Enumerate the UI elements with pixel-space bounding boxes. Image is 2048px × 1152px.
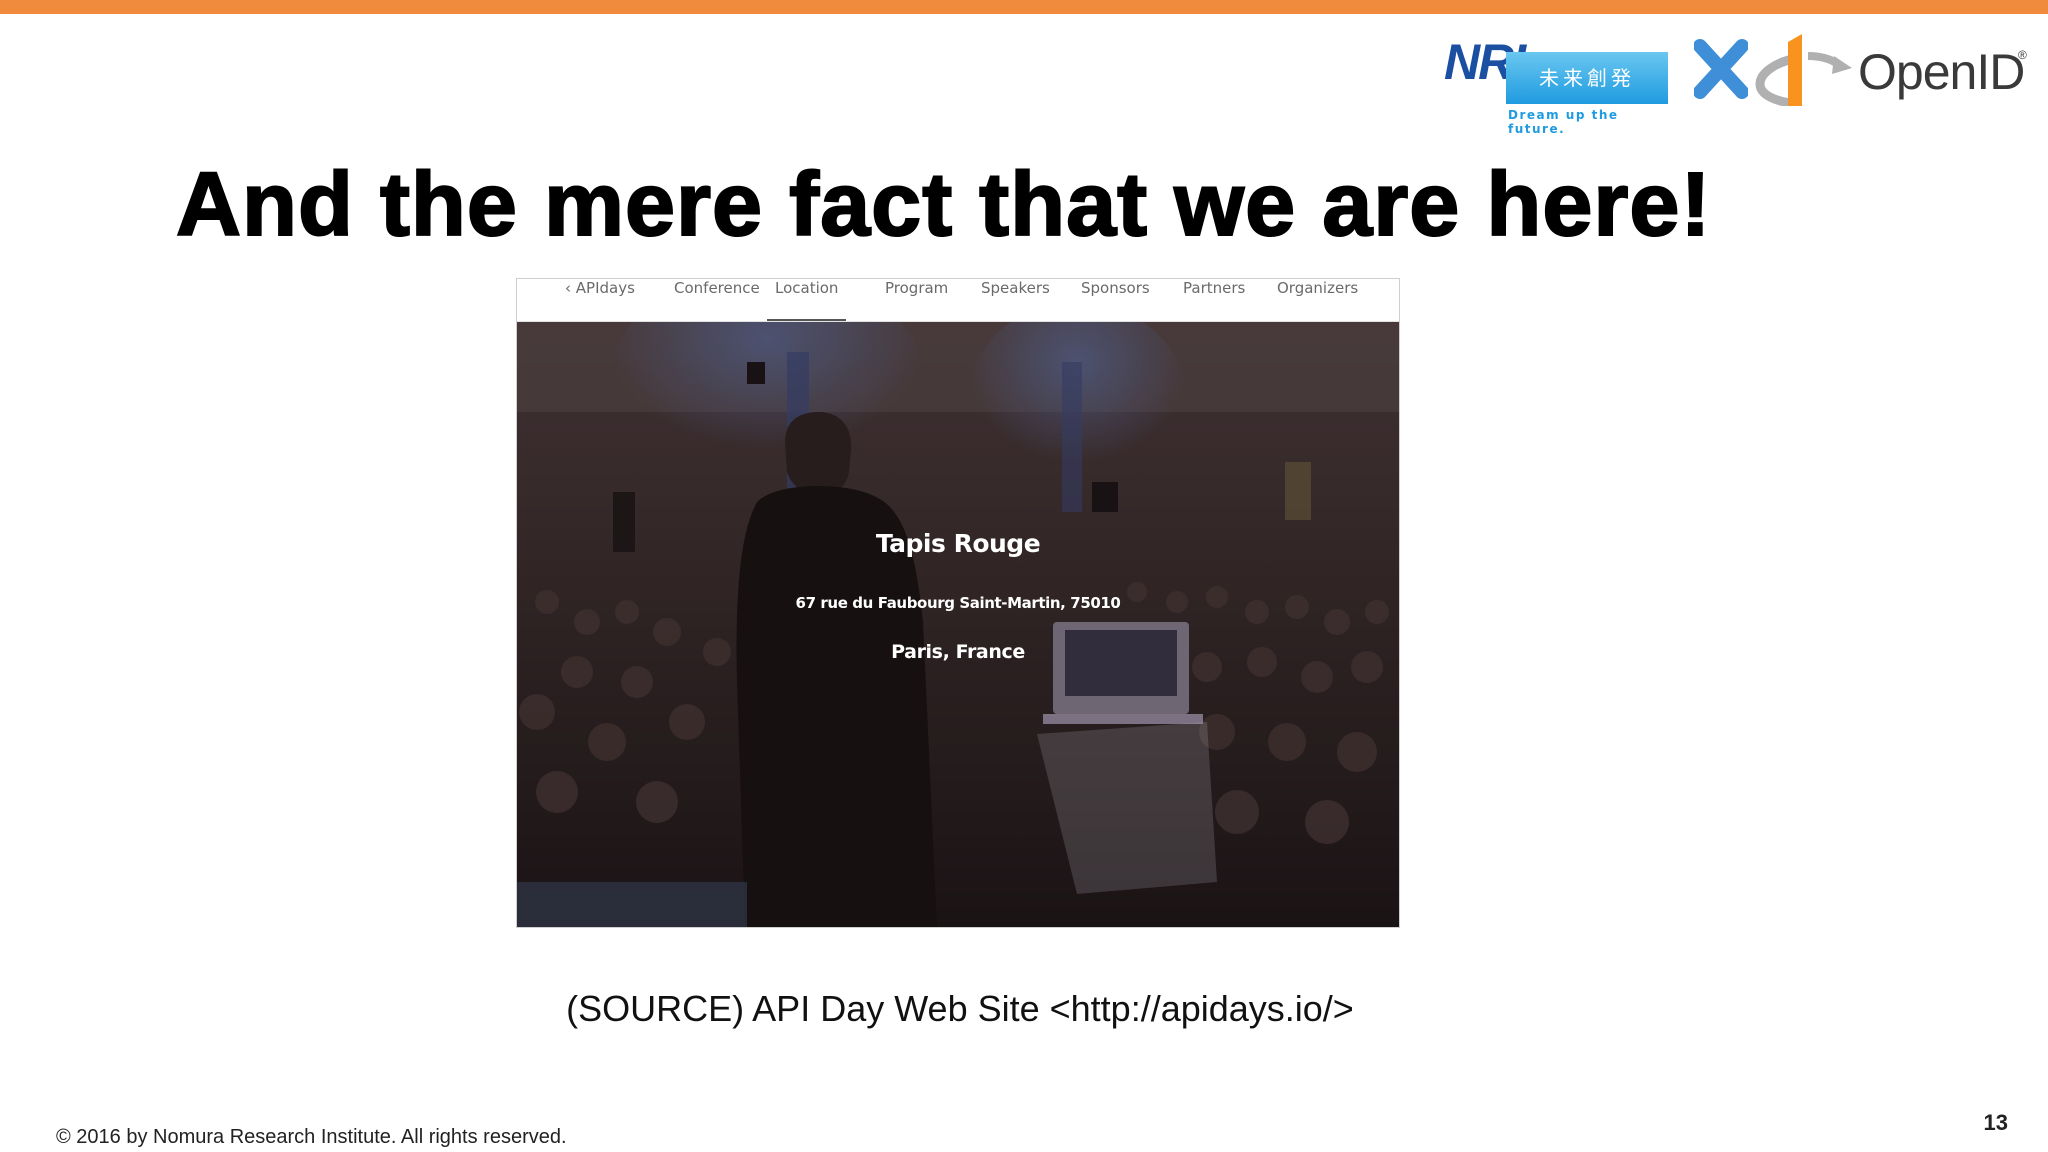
nav-item-organizers[interactable]: Organizers: [1277, 279, 1358, 321]
source-caption: (SOURCE) API Day Web Site <http://apiday…: [566, 988, 1354, 1029]
nav-item-partners[interactable]: Partners: [1183, 279, 1245, 321]
site-nav-bar: ‹ APIdays Conference Location Program Sp…: [517, 279, 1399, 322]
nav-item-apidays[interactable]: ‹ APIdays: [565, 279, 635, 321]
openid-logo-icon: [1754, 22, 1854, 112]
nri-tagline: Dream up the future.: [1508, 108, 1619, 136]
nav-item-sponsors[interactable]: Sponsors: [1081, 279, 1150, 321]
nri-logo: NRI 未来創発 Dream up the future.: [1444, 34, 1670, 136]
nav-item-speakers[interactable]: Speakers: [981, 279, 1050, 321]
nav-item-location[interactable]: Location: [767, 279, 847, 321]
nav-item-conference[interactable]: Conference: [674, 279, 760, 321]
copyright-footer: © 2016 by Nomura Research Institute. All…: [56, 1126, 567, 1148]
venue-name: Tapis Rouge: [875, 529, 1041, 558]
conference-photo: [517, 322, 1399, 927]
page-number: 13: [1983, 1110, 2008, 1135]
venue-city: Paris, France: [891, 641, 1025, 663]
top-accent-bar: [0, 0, 2048, 14]
slide-title: And the mere fact that we are here!: [175, 154, 1712, 256]
registered-mark: ®: [2018, 48, 2027, 62]
openid-logo: OpenID ®: [1754, 22, 2034, 112]
venue-address: 67 rue du Faubourg Saint-Martin, 75010: [795, 594, 1121, 612]
embedded-website-screenshot: ‹ APIdays Conference Location Program Sp…: [516, 278, 1400, 928]
times-icon: [1693, 38, 1749, 100]
nri-kanji-badge: 未来創発: [1506, 52, 1668, 104]
nav-item-program[interactable]: Program: [885, 279, 948, 321]
openid-wordmark: OpenID: [1858, 44, 2025, 100]
